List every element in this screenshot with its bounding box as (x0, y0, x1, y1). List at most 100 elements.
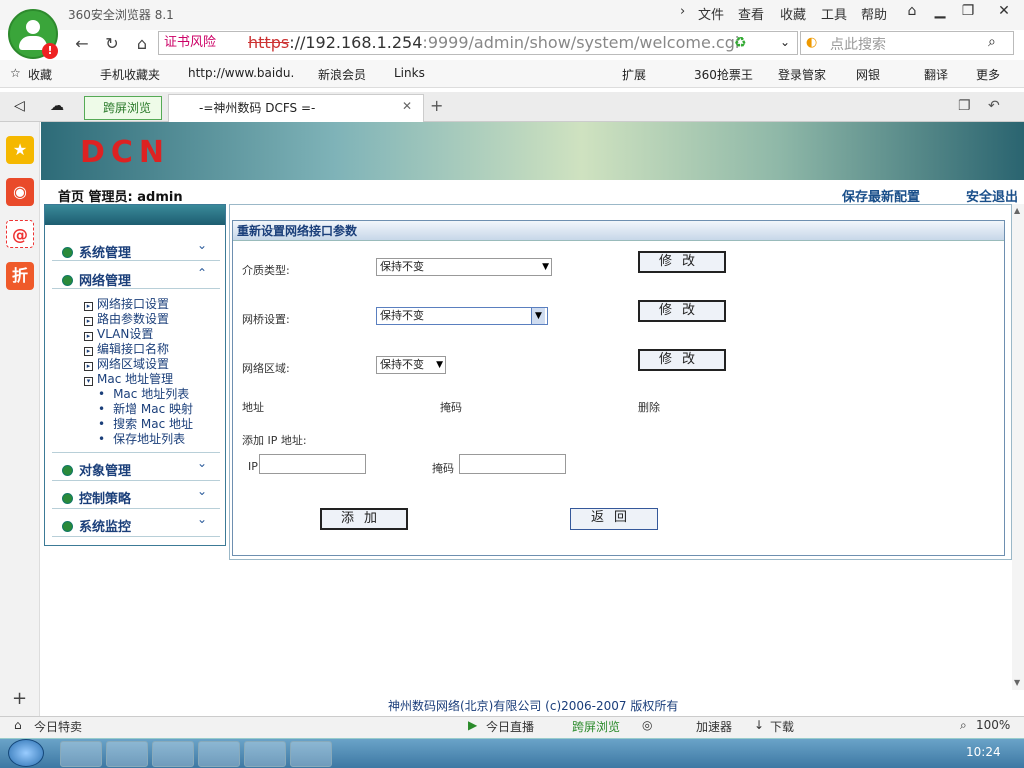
tab-list-icon[interactable]: ❐ (958, 98, 971, 114)
search-icon[interactable]: ⌕ (988, 34, 996, 50)
scroll-down-icon[interactable]: ▼ (1014, 678, 1020, 687)
fav-mobile[interactable]: 手机收藏夹 (100, 66, 160, 83)
clock[interactable]: 10:24 (966, 745, 1001, 759)
close-button[interactable]: ✕ (990, 0, 1018, 22)
new-tab-icon[interactable]: + (430, 96, 443, 115)
search-engine-icon[interactable]: ◐ (806, 35, 817, 50)
chevron-down-icon[interactable]: ⌄ (197, 484, 207, 498)
modify-media-button[interactable]: 修改 (638, 251, 726, 273)
menu-favorites[interactable]: 收藏 (780, 4, 806, 23)
star-icon[interactable]: ★ (6, 136, 34, 164)
url-text[interactable]: https://192.168.1.254:9999/admin/show/sy… (248, 32, 739, 54)
nav-object-mgmt[interactable]: 对象管理 (62, 460, 131, 479)
chevron-down-icon[interactable]: ⌄ (197, 238, 207, 252)
archive-icon[interactable] (290, 741, 332, 767)
menu-view[interactable]: 查看 (738, 4, 764, 23)
tab-active[interactable]: -=神州数码 DCFS =- (168, 94, 424, 122)
fav-extend[interactable]: 扩展 (622, 66, 646, 83)
menu-tools[interactable]: 工具 (821, 4, 847, 23)
fav-sina[interactable]: 新浪会员 (318, 66, 366, 83)
today-special[interactable]: 今日特卖 (34, 718, 82, 735)
zoom-icon[interactable]: ⌕ (960, 718, 967, 733)
modify-zone-button[interactable]: 修改 (638, 349, 726, 371)
maximize-button[interactable]: ❐ (954, 0, 982, 22)
fav-more[interactable]: 更多 (976, 66, 1000, 83)
chevron-down-icon[interactable]: ⌄ (197, 456, 207, 470)
zone-select[interactable]: 保持不变 ▼ (376, 356, 446, 374)
refresh-icon[interactable]: ↻ (100, 33, 124, 55)
speed-status-icon[interactable]: ◎ (642, 718, 652, 732)
close-tab-icon[interactable]: ✕ (402, 99, 412, 113)
nav-control-policy[interactable]: 控制策略 (62, 488, 131, 507)
dropdown-arrow-icon: ▼ (531, 308, 545, 324)
fav-translate[interactable]: 翻译 (924, 66, 948, 83)
browser-taskbar-icon[interactable] (244, 741, 286, 767)
fav-links[interactable]: Links (394, 66, 425, 80)
fav-baidu[interactable]: http://www.baidu. (188, 66, 294, 80)
ip-label: IP (248, 460, 258, 473)
fav-star-icon[interactable]: ☆ (10, 66, 21, 80)
word-icon[interactable] (106, 741, 148, 767)
excel-icon[interactable] (152, 741, 194, 767)
chevron-down-icon[interactable]: ⌄ (780, 35, 790, 49)
vertical-scrollbar[interactable] (1012, 204, 1024, 690)
sidebar-toggle-icon[interactable]: ◁ (14, 98, 25, 114)
today-live[interactable]: 今日直播 (486, 718, 534, 735)
play-icon[interactable]: ▶ (468, 718, 477, 732)
download[interactable]: 下载 (770, 718, 794, 735)
fav-bank[interactable]: 网银 (856, 66, 880, 83)
ip-input[interactable] (259, 454, 366, 474)
gift-icon[interactable]: ⌂ (14, 718, 22, 732)
back-icon[interactable]: ← (70, 33, 94, 55)
logout-link[interactable]: 安全退出 (966, 186, 1018, 205)
download-icon[interactable]: ↓ (754, 718, 764, 732)
mask-input[interactable] (459, 454, 566, 474)
mail-icon[interactable]: @ (6, 220, 34, 248)
start-button[interactable] (8, 739, 44, 767)
nav-network-mgmt[interactable]: 网络管理 (62, 270, 131, 289)
menu-file[interactable]: 文件 (698, 4, 724, 23)
back-button[interactable]: 返回 (570, 508, 658, 530)
chevron-down-icon[interactable]: ⌄ (197, 512, 207, 526)
chevron-right-icon[interactable]: › (680, 4, 685, 19)
modify-bridge-button[interactable]: 修改 (638, 300, 726, 322)
interface-form (232, 220, 1005, 556)
cloud-icon[interactable]: ☁ (50, 98, 64, 114)
fav-login[interactable]: 登录管家 (778, 66, 826, 83)
media-type-select[interactable]: 保持不变 ▼ (376, 258, 552, 276)
nav-system-mgmt[interactable]: 系统管理 (62, 242, 131, 261)
fav-collect[interactable]: 收藏 (28, 66, 52, 83)
menu-help[interactable]: 帮助 (861, 4, 887, 23)
nav-leaf-mac-save[interactable]: 保存地址列表 (98, 430, 185, 447)
minimize-button[interactable]: ▁ (926, 0, 954, 22)
fav-ticket[interactable]: 360抢票王 (694, 66, 753, 83)
discount-icon[interactable]: 折 (6, 262, 34, 290)
weibo-icon[interactable]: ◉ (6, 178, 34, 206)
search-placeholder: 点此搜索 (830, 37, 886, 53)
home-icon[interactable]: ⌂ (130, 33, 154, 55)
add-icon[interactable]: + (12, 688, 27, 709)
bridge-select[interactable]: 保持不变 ▼ (376, 307, 548, 325)
cert-warning[interactable]: 证书风险 (160, 33, 220, 53)
tab-kuaping[interactable]: 跨屏浏览 (84, 96, 162, 120)
kuaping-status[interactable]: 跨屏浏览 (572, 718, 620, 735)
explorer-icon[interactable] (60, 741, 102, 767)
col-mask: 掩码 (440, 401, 462, 414)
chevron-up-icon[interactable]: ⌃ (197, 266, 207, 280)
save-config-link[interactable]: 保存最新配置 (842, 186, 920, 205)
undo-icon[interactable]: ↶ (988, 98, 1000, 114)
browser-logo-icon[interactable]: ! (8, 9, 58, 59)
scroll-up-icon[interactable]: ▲ (1014, 206, 1020, 215)
url-protocol: https (248, 33, 290, 52)
col-address: 地址 (242, 401, 264, 414)
nav-sub-label: 编辑接口名称 (97, 342, 170, 356)
add-button[interactable]: 添加 (320, 508, 408, 530)
speed-icon[interactable]: ♻ (734, 35, 747, 51)
shirt-icon[interactable]: ⌂ (898, 0, 926, 22)
accelerator[interactable]: 加速器 (696, 718, 732, 735)
nav-sub-label: 网络区域设置 (97, 357, 170, 371)
app-title: 360安全浏览器 8.1 (68, 8, 174, 22)
zoom-level[interactable]: 100% (976, 718, 1010, 732)
nav-system-monitor[interactable]: 系统监控 (62, 516, 131, 535)
terminal-icon[interactable] (198, 741, 240, 767)
